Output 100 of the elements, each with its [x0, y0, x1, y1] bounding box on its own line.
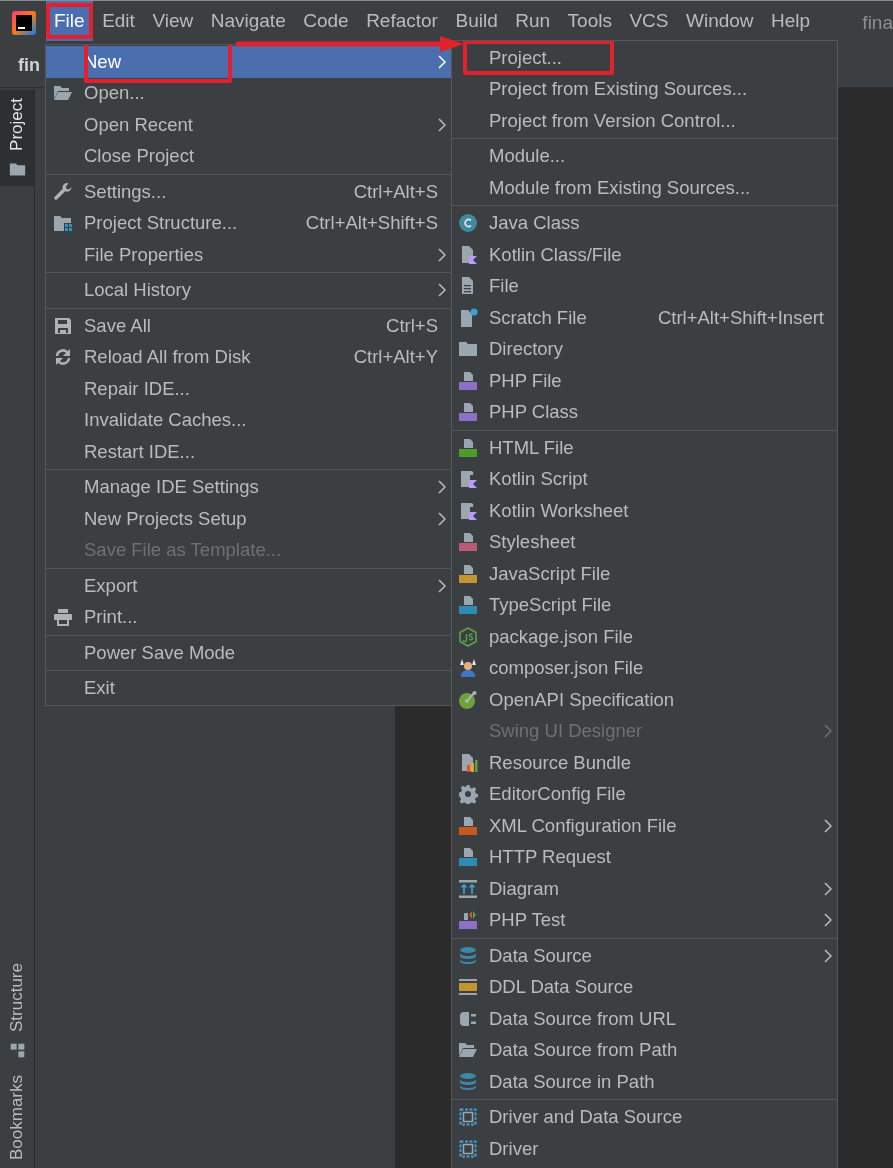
menu-item[interactable]: DDL Data Source [452, 971, 837, 1003]
menu-bar-item[interactable]: VCS [621, 1, 677, 41]
menu-item[interactable]: JavaScript File [452, 558, 837, 590]
menu-item[interactable]: New Projects Setup [46, 503, 451, 535]
menu-item[interactable]: Resource Bundle [452, 747, 837, 779]
shortcut-text: Ctrl+Alt+Shift+Insert [656, 306, 824, 329]
menu-item[interactable]: Java Class [452, 207, 837, 239]
php-test-icon [458, 910, 478, 931]
structure-icon [8, 1041, 26, 1059]
tool-window-tab[interactable]: Structure [0, 955, 34, 1067]
menu-item[interactable]: Project from Version Control... [452, 105, 837, 137]
menu-bar-item[interactable]: Window [678, 1, 762, 41]
tool-window-tab[interactable]: Project [0, 90, 34, 186]
menu-item[interactable]: Module... [452, 140, 837, 172]
menu-item[interactable]: Export [46, 570, 451, 602]
reload-icon [53, 347, 73, 368]
menu-item[interactable]: Driver and Data Source [452, 1101, 837, 1133]
menu-item[interactable]: Directory [452, 333, 837, 365]
menu-bar-item[interactable]: Build [447, 1, 506, 41]
menu-item[interactable]: HTTP Request [452, 841, 837, 873]
figure-icon [458, 658, 478, 679]
tool-window-tab[interactable]: Bookmarks [0, 1066, 34, 1168]
shortcut-text: Ctrl+Alt+Shift+S [304, 212, 438, 235]
menu-item[interactable]: Driver [452, 1133, 837, 1165]
ddl-icon [458, 977, 478, 998]
menu-bar-item[interactable]: Run [507, 1, 559, 41]
menu-item[interactable]: Data Source in Path [452, 1066, 837, 1098]
menu-item[interactable]: Local History [46, 274, 451, 306]
menu-item[interactable]: Manage IDE Settings [46, 471, 451, 503]
menu-item[interactable]: Project Structure... Ctrl+Alt+Shift+S [46, 207, 451, 239]
window-title: fina [862, 11, 893, 34]
menu-item[interactable]: Diagram [452, 873, 837, 905]
menu-item[interactable]: Data Source from URL [452, 1003, 837, 1035]
printer-icon [53, 607, 73, 628]
menu-bar-item[interactable]: Refactor [358, 1, 446, 41]
menu-item[interactable]: package.json File [452, 621, 837, 653]
menu-item[interactable]: Repair IDE... [46, 373, 451, 405]
menu-item[interactable]: EditorConfig File [452, 778, 837, 810]
stylesheet-icon [458, 532, 478, 553]
menu-item[interactable]: Module from Existing Sources... [452, 172, 837, 204]
menu-item[interactable]: Kotlin Worksheet [452, 495, 837, 527]
menu-item[interactable]: Settings... Ctrl+Alt+S [46, 176, 451, 208]
menu-bar-item[interactable]: Tools [559, 1, 620, 41]
chip-icon [458, 1138, 478, 1159]
diagram-icon [458, 878, 478, 899]
menu-item[interactable]: Close Project [46, 140, 451, 172]
wrench-icon [53, 181, 73, 202]
menu-bar-item[interactable]: Code [295, 1, 357, 41]
menu-bar-item[interactable]: File [46, 1, 93, 41]
menu-item[interactable]: OpenAPI Specification [452, 684, 837, 716]
menu-item[interactable]: Reload All from Disk Ctrl+Alt+Y [46, 341, 451, 373]
kotlin-script-icon [458, 469, 478, 490]
api-file-icon [458, 847, 478, 868]
shortcut-text: Ctrl+S [385, 314, 438, 337]
menu-item[interactable]: Invalidate Caches... [46, 404, 451, 436]
menu-item[interactable]: Scratch File Ctrl+Alt+Shift+Insert [452, 302, 837, 334]
menu-item[interactable]: Kotlin Script [452, 463, 837, 495]
xml-file-icon [458, 815, 478, 836]
scratch-file-icon [458, 307, 478, 328]
menu-item[interactable]: Project from Existing Sources... [452, 73, 837, 105]
menu-item[interactable]: PHP Test [452, 904, 837, 936]
menu-item[interactable]: composer.json File [452, 652, 837, 684]
script-file-icon [458, 563, 478, 584]
script-file-icon [458, 595, 478, 616]
menu-bar-item[interactable]: Navigate [202, 1, 294, 41]
menu-item[interactable]: Data Source [452, 940, 837, 972]
menu-item[interactable]: Exit [46, 672, 451, 704]
shortcut-text: Ctrl+Alt+Y [352, 346, 438, 369]
menu-item[interactable]: PHP Class [452, 396, 837, 428]
hexagon-icon [458, 626, 478, 647]
menu-item[interactable]: Print... [46, 601, 451, 633]
app-logo-icon [12, 10, 36, 35]
php-file-icon [458, 402, 478, 423]
class-icon [458, 213, 478, 234]
menu-item[interactable]: Stylesheet [452, 526, 837, 558]
menu-item[interactable]: TypeScript File [452, 589, 837, 621]
database-icon [458, 945, 478, 966]
menu-item[interactable]: File [452, 270, 837, 302]
kotlin-script-icon [458, 500, 478, 521]
menu-item[interactable]: Restart IDE... [46, 436, 451, 468]
menu-item[interactable]: XML Configuration File [452, 810, 837, 842]
gear-icon [458, 784, 478, 805]
php-file-icon [458, 370, 478, 391]
menu-bar-item[interactable]: Edit [94, 1, 143, 41]
chip-icon [458, 1107, 478, 1128]
menu-item[interactable]: HTML File [452, 432, 837, 464]
menu-item[interactable]: Open Recent [46, 109, 451, 141]
menu-bar-item[interactable]: Help [763, 1, 819, 41]
menu-item[interactable]: File Properties [46, 239, 451, 271]
menu-item[interactable]: PHP File [452, 365, 837, 397]
menu-item[interactable]: Power Save Mode [46, 637, 451, 669]
menu-item[interactable]: Data Source from Path [452, 1034, 837, 1066]
menu-item[interactable]: Kotlin Class/File [452, 239, 837, 271]
folder-grid-icon [53, 213, 73, 234]
menu-bar-item[interactable]: View [144, 1, 202, 41]
gauge-icon [458, 689, 478, 710]
menu-item[interactable]: Save All Ctrl+S [46, 310, 451, 342]
menu-item[interactable]: Open... [46, 77, 451, 109]
menu-item[interactable]: Project... [452, 42, 837, 74]
breadcrumb-text: fin [17, 55, 40, 76]
